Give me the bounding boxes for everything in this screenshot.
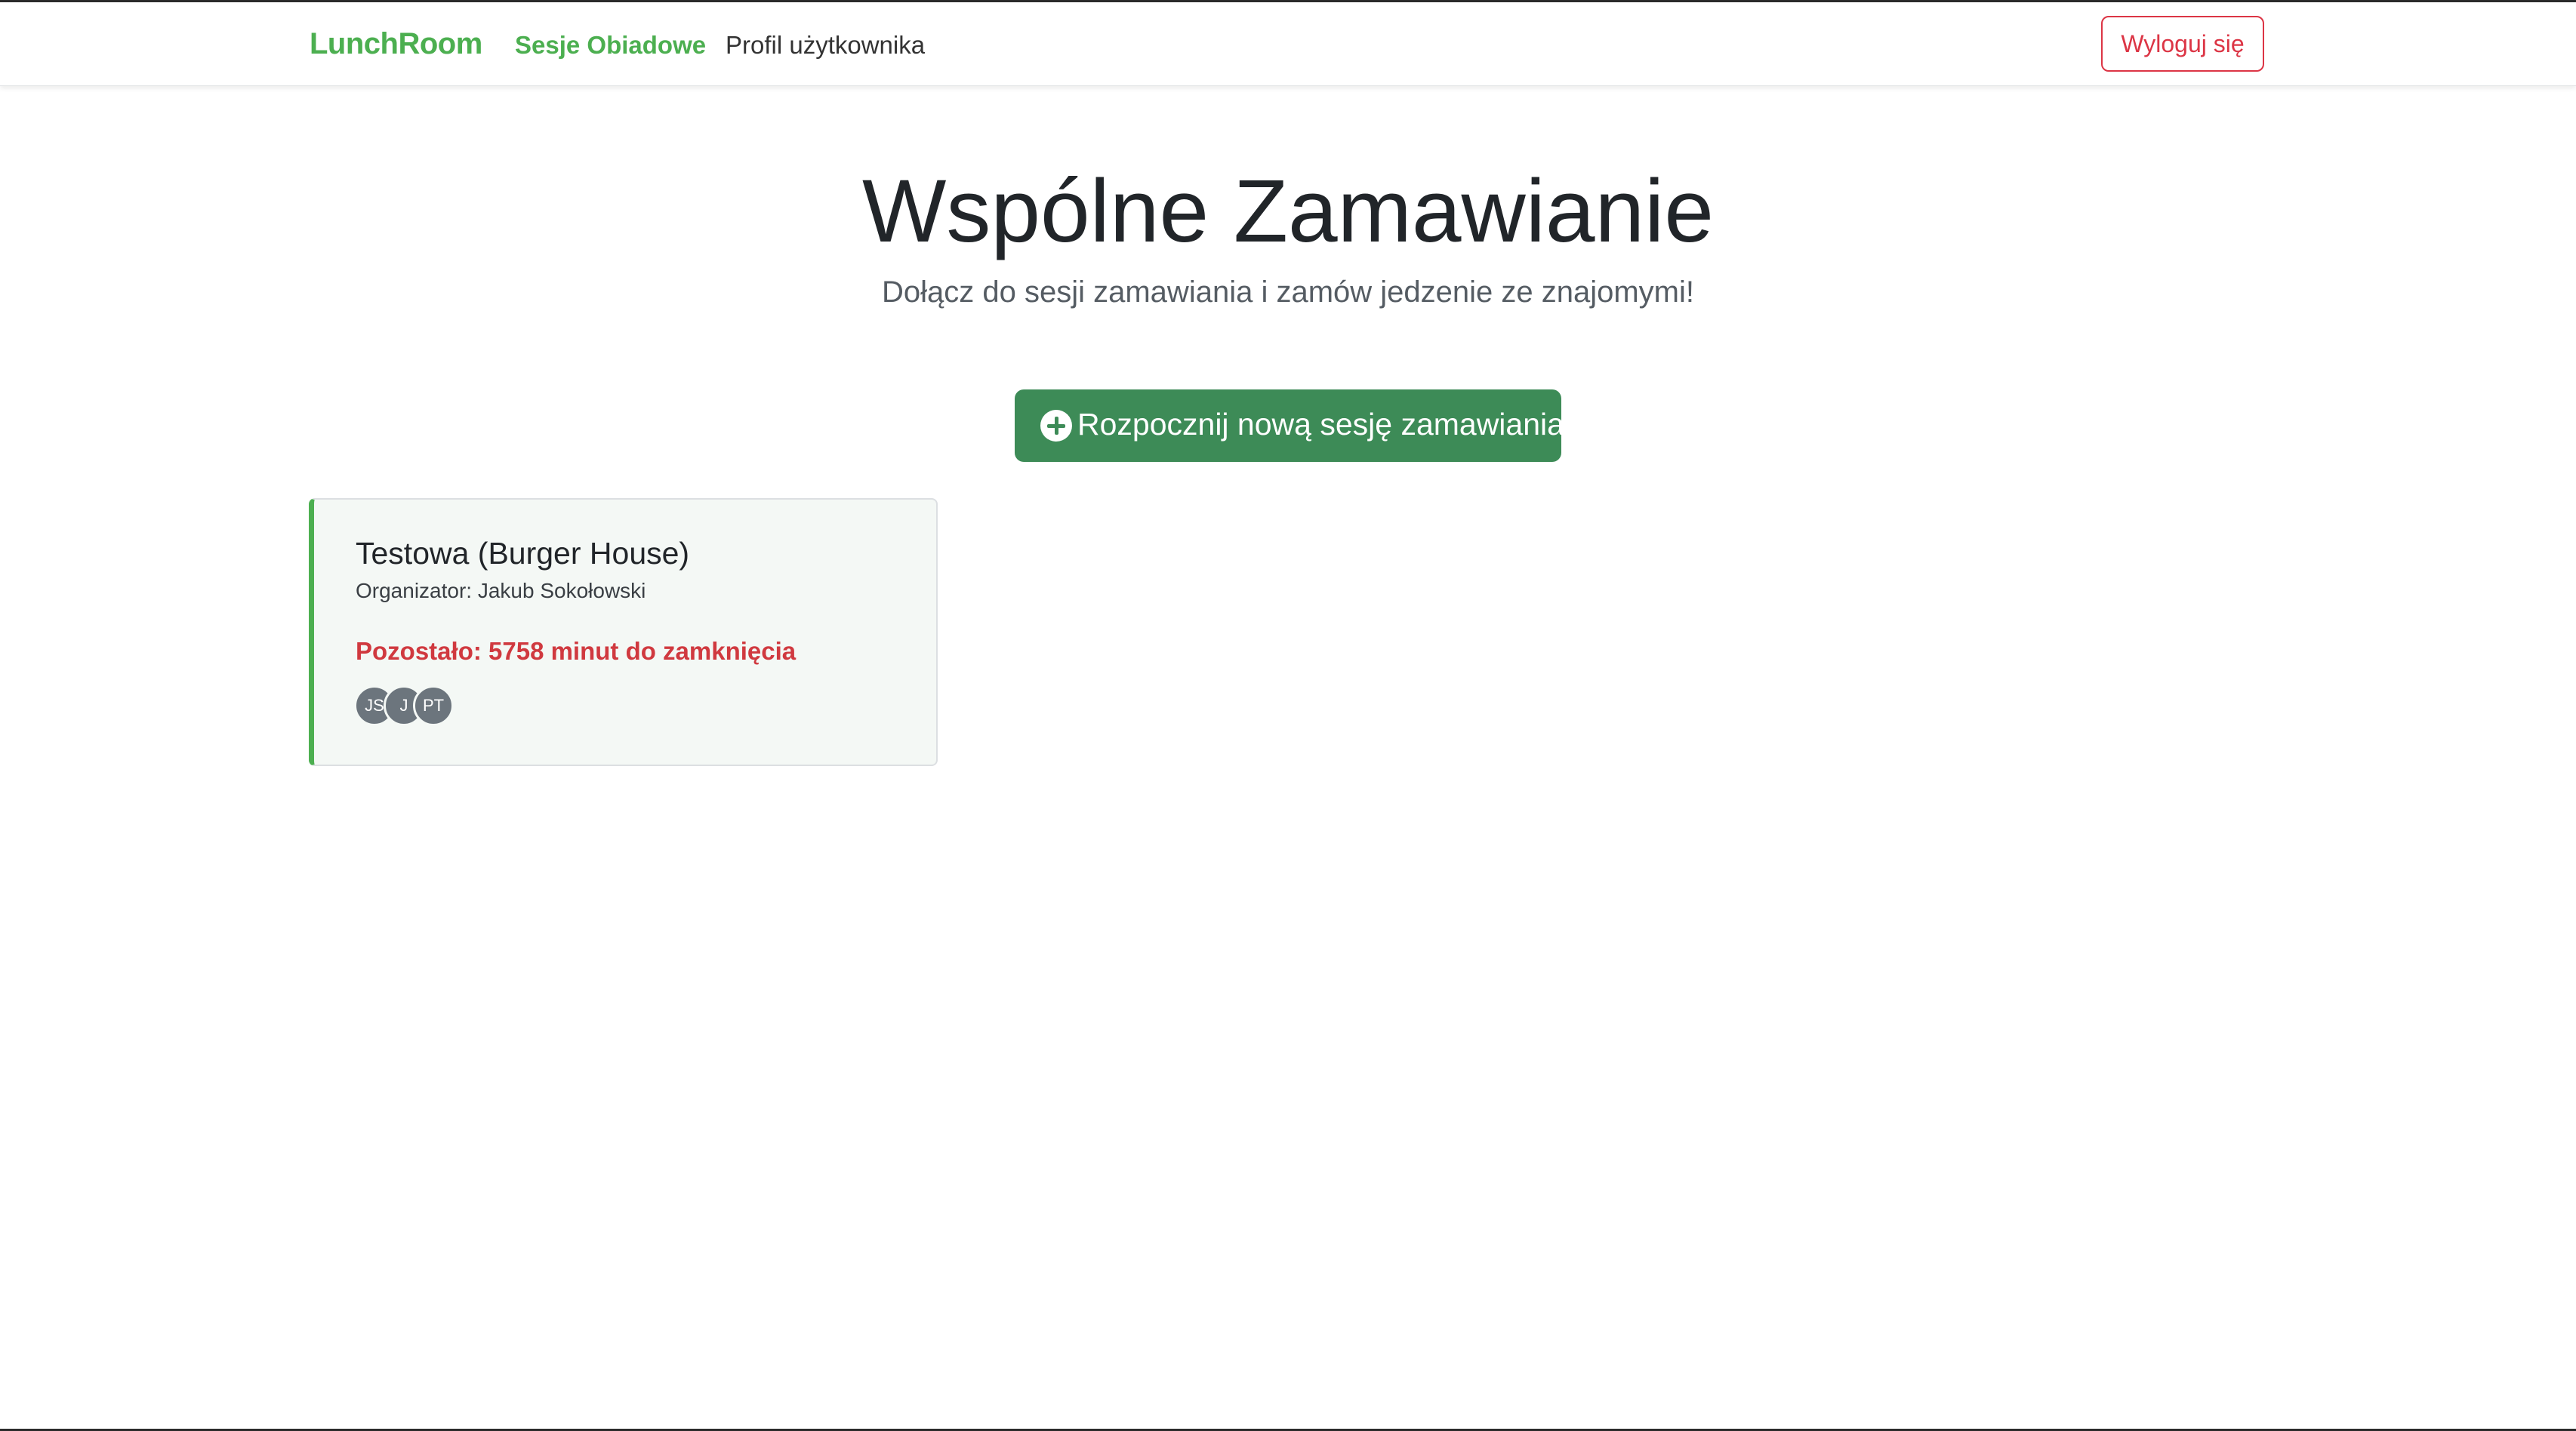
- participant-avatar: PT: [413, 685, 454, 726]
- session-card[interactable]: Testowa (Burger House) Organizator: Jaku…: [309, 498, 938, 766]
- nav-profil-uzytkownika[interactable]: Profil użytkownika: [726, 31, 925, 60]
- nav-sesje-obiadowe[interactable]: Sesje Obiadowe: [515, 31, 706, 60]
- start-new-session-button[interactable]: Rozpocznij nową sesję zamawiania: [1015, 389, 1564, 462]
- brand-logo[interactable]: LunchRoom: [310, 27, 482, 61]
- session-remaining-time: Pozostało: 5758 minut do zamknięcia: [356, 637, 797, 665]
- page-subtitle: Dołącz do sesji zamawiania i zamów jedze…: [882, 275, 1694, 309]
- session-organizer: Organizator: Jakub Sokołowski: [356, 579, 646, 602]
- session-title: Testowa (Burger House): [356, 536, 690, 571]
- app-window: LunchRoom Sesje Obiadowe Profil użytkown…: [0, 0, 2576, 1431]
- page-title: Wspólne Zamawianie: [861, 162, 1715, 261]
- start-new-session-label: Rozpocznij nową sesję zamawiania: [1077, 407, 1564, 442]
- navbar: LunchRoom Sesje Obiadowe Profil użytkown…: [0, 2, 2576, 86]
- logout-button[interactable]: Wyloguj się: [2101, 16, 2264, 72]
- plus-circle-icon: [1040, 410, 1072, 442]
